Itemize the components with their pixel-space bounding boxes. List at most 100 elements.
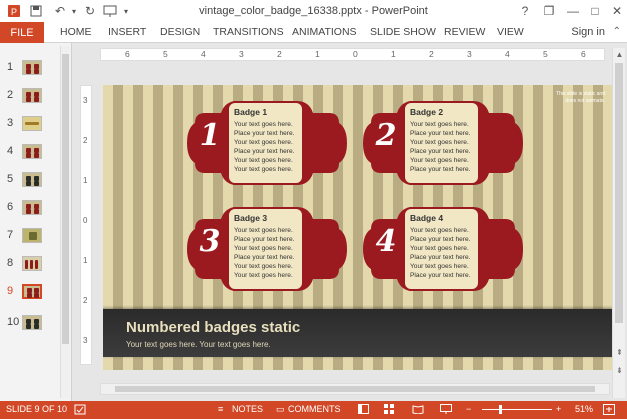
- slide-preview: [22, 116, 42, 131]
- badge-title: Badge 2: [410, 107, 444, 117]
- tab-file[interactable]: FILE: [0, 22, 44, 43]
- slide-number: 9: [7, 285, 14, 297]
- comments-icon[interactable]: ▭: [276, 404, 285, 415]
- slideshow-view-icon[interactable]: [440, 404, 452, 416]
- badge-3[interactable]: 3 Badge 3 Your text goes here. Place you…: [185, 199, 349, 299]
- spelling-icon[interactable]: [74, 404, 86, 417]
- scrollbar-thumb[interactable]: [62, 54, 69, 344]
- badge-title: Badge 1: [234, 107, 268, 117]
- ruler-tick: 1: [391, 49, 396, 59]
- scroll-up-icon[interactable]: ▲: [613, 50, 626, 59]
- normal-view-icon[interactable]: [358, 404, 369, 416]
- badge-4[interactable]: 4 Badge 4 Your text goes here. Place you…: [361, 199, 525, 299]
- slide-thumbnails-panel: 1 2 3 4 5 6 7 8 9 10: [0, 43, 72, 401]
- ruler-tick: 0: [353, 49, 358, 59]
- slide-preview: [22, 88, 42, 103]
- badge-content: Badge 3 Your text goes here. Place your …: [227, 207, 304, 291]
- slide-number: 4: [7, 145, 14, 157]
- sign-in-link[interactable]: Sign in: [571, 26, 605, 38]
- ruler-tick: 2: [429, 49, 434, 59]
- ruler-tick: 3: [467, 49, 472, 59]
- ruler-tick: 1: [315, 49, 320, 59]
- notes-icon[interactable]: ≡: [218, 404, 223, 414]
- badge-number: 4: [375, 224, 397, 259]
- ruler-tick: 6: [581, 49, 586, 59]
- zoom-slider-handle[interactable]: [498, 405, 502, 414]
- tab-slide-show[interactable]: SLIDE SHOW: [370, 26, 436, 38]
- ruler-tick: 5: [163, 49, 168, 59]
- ruler-tick: 1: [83, 256, 88, 265]
- slide-canvas[interactable]: This slide is static and does not animat…: [103, 85, 613, 370]
- zoom-out-button[interactable]: −: [466, 404, 471, 414]
- ruler-tick: 4: [505, 49, 510, 59]
- status-bar: SLIDE 9 OF 10 ≡ NOTES ▭ COMMENTS − + 51%: [0, 401, 627, 419]
- ruler-tick: 5: [543, 49, 548, 59]
- slide-preview: [22, 144, 42, 159]
- minimize-button[interactable]: —: [565, 3, 581, 19]
- slide-title-bar[interactable]: Numbered badges static Your text goes he…: [103, 309, 613, 357]
- slide-preview: [22, 200, 42, 215]
- slide-number: 3: [7, 117, 14, 129]
- badge-number: 2: [375, 118, 397, 153]
- tab-design[interactable]: DESIGN: [160, 26, 200, 38]
- slide-number: 7: [7, 229, 14, 241]
- slide-preview: [22, 284, 42, 299]
- slide-title[interactable]: Numbered badges static: [126, 319, 300, 336]
- slide-subtitle[interactable]: Your text goes here. Your text goes here…: [126, 340, 271, 349]
- badge-1[interactable]: 1 Badge 1 Your text goes here. Place you…: [185, 93, 349, 193]
- badge-2[interactable]: 2 Badge 2 Your text goes here. Place you…: [361, 93, 525, 193]
- help-button[interactable]: ?: [517, 3, 533, 19]
- slide-counter: SLIDE 9 OF 10: [6, 404, 68, 414]
- ribbon-tabs: FILE HOME INSERT DESIGN TRANSITIONS ANIM…: [0, 22, 627, 43]
- badge-content: Badge 4 Your text goes here. Place your …: [403, 207, 480, 291]
- ruler-tick: 4: [201, 49, 206, 59]
- reading-view-icon[interactable]: [412, 404, 424, 416]
- notes-button[interactable]: NOTES: [232, 404, 263, 414]
- comments-button[interactable]: COMMENTS: [288, 404, 341, 414]
- scrollbar-thumb[interactable]: [615, 63, 623, 323]
- slide-preview: [22, 256, 42, 271]
- ruler-tick: 3: [239, 49, 244, 59]
- slide-note: This slide is static and does not animat…: [556, 91, 605, 104]
- ruler-tick: 3: [83, 96, 88, 105]
- badge-title: Badge 3: [234, 213, 268, 223]
- zoom-slider[interactable]: [482, 409, 552, 410]
- slide-preview: [22, 172, 42, 187]
- zoom-level[interactable]: 51%: [575, 404, 593, 414]
- zoom-in-button[interactable]: +: [556, 404, 561, 414]
- fit-to-window-icon[interactable]: [603, 404, 615, 417]
- scrollbar-thumb[interactable]: [115, 386, 595, 392]
- tab-home[interactable]: HOME: [60, 26, 92, 38]
- slide-number: 1: [7, 61, 14, 73]
- badge-text: Your text goes here. Place your text her…: [410, 121, 471, 173]
- maximize-button[interactable]: □: [587, 3, 603, 19]
- tab-animations[interactable]: ANIMATIONS: [292, 26, 357, 38]
- previous-slide-icon[interactable]: ⇞: [613, 348, 626, 357]
- slide-number: 8: [7, 257, 14, 269]
- slide-number: 5: [7, 173, 14, 185]
- thumbnails-scrollbar[interactable]: [60, 46, 70, 398]
- ruler-tick: 0: [83, 216, 88, 225]
- badge-text: Your text goes here. Place your text her…: [410, 227, 471, 279]
- vertical-scrollbar[interactable]: ▲ ⇞ ⇟: [612, 48, 625, 398]
- title-bar: P ↶ ▾ ↻ ▾ vintage_color_badge_16338.pptx…: [0, 0, 627, 22]
- horizontal-ruler: 6 5 4 3 2 1 0 1 2 3 4 5 6: [100, 48, 605, 61]
- close-button[interactable]: ✕: [609, 3, 625, 19]
- collapse-ribbon-icon[interactable]: ⌃: [613, 26, 621, 37]
- tab-insert[interactable]: INSERT: [108, 26, 146, 38]
- badge-number: 3: [199, 224, 221, 259]
- vertical-ruler: 3 2 1 0 1 2 3: [80, 85, 92, 365]
- slide-number: 6: [7, 201, 14, 213]
- next-slide-icon[interactable]: ⇟: [613, 366, 626, 375]
- horizontal-scrollbar[interactable]: [100, 383, 610, 395]
- badge-text: Your text goes here. Place your text her…: [234, 121, 295, 173]
- slide-sorter-icon[interactable]: [384, 404, 395, 416]
- ribbon-display-options-button[interactable]: ❐: [541, 3, 557, 19]
- ruler-tick: 2: [83, 296, 88, 305]
- tab-view[interactable]: VIEW: [497, 26, 524, 38]
- tab-transitions[interactable]: TRANSITIONS: [213, 26, 284, 38]
- badge-content: Badge 2 Your text goes here. Place your …: [403, 101, 480, 185]
- ruler-tick: 2: [83, 136, 88, 145]
- ruler-tick: 2: [277, 49, 282, 59]
- tab-review[interactable]: REVIEW: [444, 26, 485, 38]
